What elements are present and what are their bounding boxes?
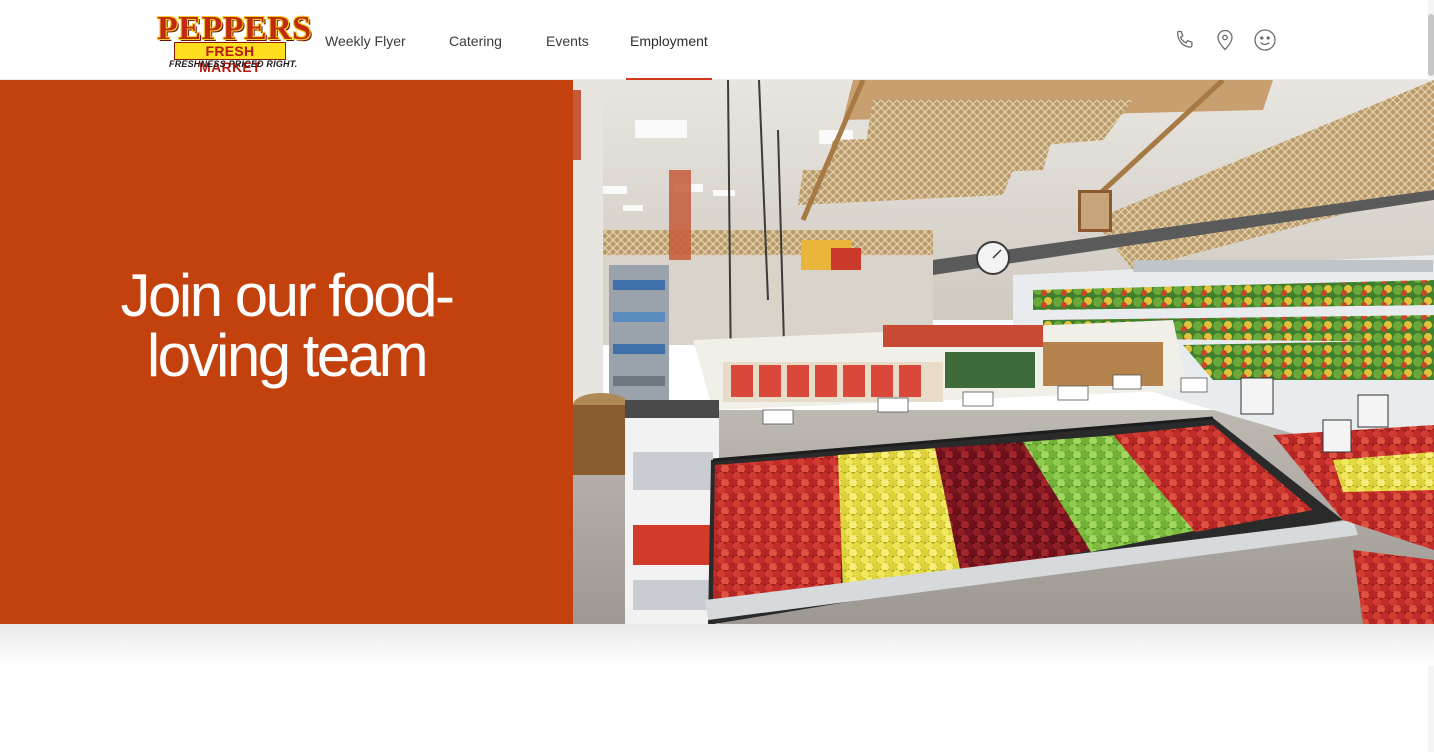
location-pin-icon[interactable] — [1213, 28, 1237, 52]
phone-icon[interactable] — [1173, 28, 1197, 52]
nav-catering[interactable]: Catering — [449, 0, 502, 80]
scrollbar-thumb[interactable] — [1428, 14, 1434, 76]
hero-image — [573, 80, 1434, 624]
nav-events[interactable]: Events — [546, 0, 589, 80]
hero-title-line-2: loving team — [146, 322, 429, 389]
hero-text-panel: Join our food- loving team — [0, 80, 573, 624]
hero-title: Join our food- loving team — [0, 266, 573, 386]
logo-wordmark: PEPPERS — [157, 10, 312, 47]
site-header: PEPPERS FRESH MARKET FRESHNESS PRICED RI… — [0, 0, 1434, 80]
logo-tagline: FRESHNESS PRICED RIGHT. — [169, 59, 298, 69]
hero-shadow — [0, 624, 1434, 666]
produce-department-illustration — [573, 80, 1434, 624]
site-logo[interactable]: PEPPERS FRESH MARKET FRESHNESS PRICED RI… — [157, 12, 311, 76]
logo-subtitle: FRESH MARKET — [174, 42, 286, 75]
hero-title-line-1: Join our food- — [120, 262, 455, 329]
nav-employment[interactable]: Employment — [626, 0, 712, 80]
nav-weekly-flyer[interactable]: Weekly Flyer — [325, 0, 406, 80]
smiley-icon[interactable] — [1253, 28, 1277, 52]
